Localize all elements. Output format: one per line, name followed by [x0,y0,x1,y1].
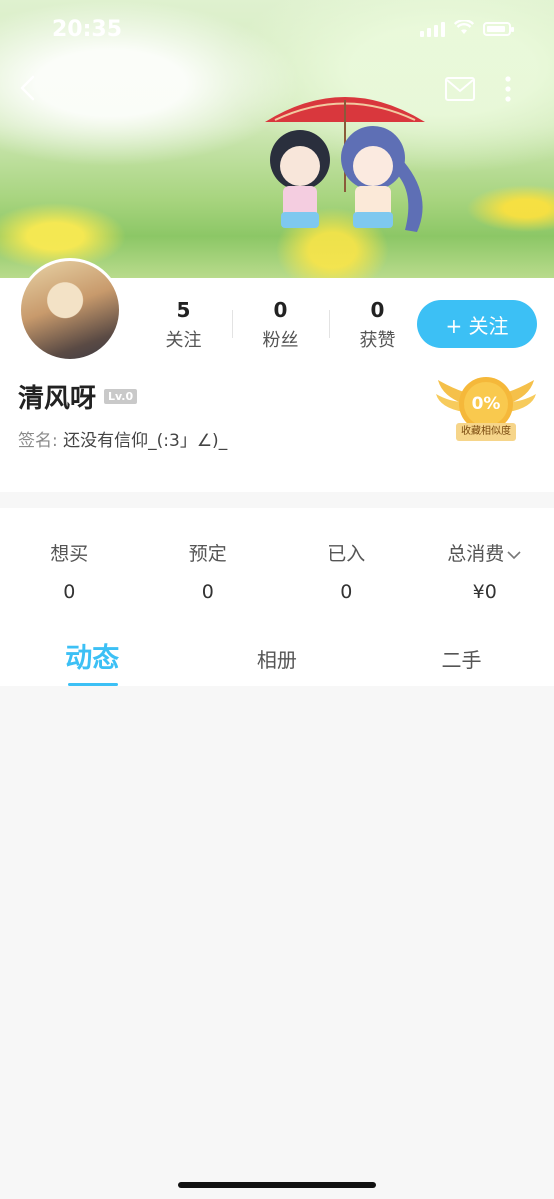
stat-value: 0 [370,298,385,322]
shop-value: 0 [63,581,76,603]
tab-album[interactable]: 相册 [185,630,370,686]
follow-button[interactable]: + 关注 [417,300,537,348]
tab-moments[interactable]: 动态 [0,630,185,686]
stat-following[interactable]: 5 关注 [135,298,232,352]
stat-followers[interactable]: 0 粉丝 [232,298,329,352]
back-icon[interactable] [14,72,44,104]
shop-owned[interactable]: 已入 0 [277,508,416,630]
profile-card: 5 关注 0 粉丝 0 获赞 + 关注 清风呀 Lv.0 签名: 还没有信仰_(… [0,258,554,492]
stat-value: 0 [273,298,288,322]
shop-label: 预定 [188,543,227,565]
home-indicator[interactable] [178,1182,376,1188]
shop-value: 0 [340,581,353,603]
shop-label: 想买 [50,543,89,565]
similarity-percent: 0% [471,394,501,414]
shop-label: 总消费 [416,539,554,566]
name-row: 清风呀 Lv.0 [18,378,138,415]
stat-value: 5 [176,298,191,322]
username: 清风呀 [18,384,97,414]
battery-icon [483,22,514,36]
shop-value: ¥0 [472,581,497,603]
figures-image [265,97,425,232]
similarity-label: 收藏相似度 [461,426,511,437]
shop-preorder[interactable]: 预定 0 [139,508,278,630]
stat-likes[interactable]: 0 获赞 [329,298,426,352]
signature-label: 签名: [18,431,58,451]
chevron-down-icon [507,550,521,559]
shop-value: 0 [201,581,214,603]
wifi-icon [454,20,474,34]
shop-want[interactable]: 想买 0 [0,508,139,630]
total-spend-label: 总消费 [447,543,505,565]
status-time: 20:35 [52,17,123,42]
mail-icon[interactable] [444,76,476,102]
profile-stats: 5 关注 0 粉丝 0 获赞 [135,298,426,352]
stat-label: 粉丝 [262,330,299,351]
avatar[interactable] [18,258,122,362]
shop-label: 已入 [327,543,366,565]
stat-label: 获赞 [359,330,396,351]
tab-secondhand[interactable]: 二手 [369,630,554,686]
signature: 签名: 还没有信仰_(:3」∠)_ [18,426,227,451]
shopping-stats: 想买 0 预定 0 已入 0 总消费 ¥0 [0,508,554,630]
stat-label: 关注 [165,330,202,351]
status-bar: 20:35 [0,0,554,64]
more-icon[interactable] [500,74,516,104]
signal-icon [420,22,445,37]
profile-tabs: 动态 相册 二手 [0,630,554,686]
tab-content-area [0,686,554,1199]
similarity-badge[interactable]: 0% 收藏相似度 [434,374,538,446]
shop-total-spend[interactable]: 总消费 ¥0 [416,508,554,630]
level-badge: Lv.0 [104,389,138,404]
signature-text: 还没有信仰_(:3」∠)_ [63,431,228,451]
